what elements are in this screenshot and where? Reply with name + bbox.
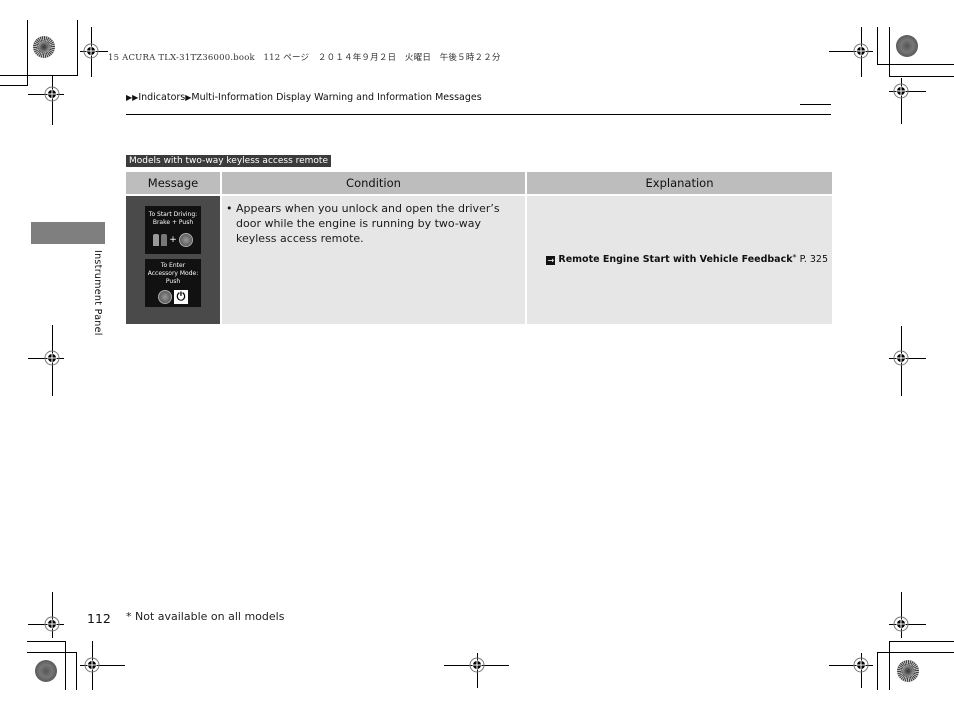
breadcrumb-arrows-icon: ▶▶ [126,93,139,102]
footnote-star: * [792,253,797,262]
display-start-driving: To Start Driving: Brake + Push + [145,206,201,254]
breadcrumb-item-current: Multi-Information Display Warning and In… [191,92,482,103]
breadcrumb: ▶▶Indicators▶Multi-Information Display W… [126,92,482,103]
accelerator-pedal-icon [161,234,168,246]
footnote: * Not available on all models [126,610,285,623]
registration-target-icon [893,350,909,366]
message-table: Message Condition Explanation To Start D… [126,172,832,324]
header-divider [126,114,831,115]
registration-target-icon [853,43,869,59]
registration-rosette-icon [33,36,55,58]
models-badge: Models with two-way keyless access remot… [126,155,331,167]
registration-rosette-icon [897,660,919,682]
message-cell: To Start Driving: Brake + Push + To Ente… [126,194,222,324]
table-header-row: Message Condition Explanation [126,172,832,195]
registration-target-icon [44,86,60,102]
plus-symbol: + [169,234,177,245]
section-tab-label: Instrument Panel [92,250,103,336]
header-message: Message [126,172,222,195]
display-text: To Start Driving: [148,211,198,218]
registration-rosette-icon [896,35,918,57]
condition-item: • Appears when you unlock and open the d… [226,201,515,246]
registration-target-icon [853,657,869,673]
reference-title: Remote Engine Start with Vehicle Feedbac… [558,254,793,265]
registration-target-icon [83,43,99,59]
breadcrumb-item-indicators[interactable]: Indicators [138,92,185,103]
reference-arrow-icon: → [546,256,556,265]
registration-target-icon [84,657,100,673]
condition-text: Appears when you unlock and open the dri… [236,202,500,245]
power-icon: ⏻ [174,290,188,304]
print-header: 15 ACURA TLX-31TZ36000.book 112 ページ ２０１４… [108,53,501,63]
bullet-icon: • [226,202,233,215]
registration-target-icon [44,350,60,366]
header-explanation: Explanation [526,172,832,195]
condition-cell: • Appears when you unlock and open the d… [221,194,527,324]
page-number: 112 [87,611,111,626]
brake-pedal-icon [153,234,160,246]
display-text: Push [165,278,181,285]
reference-page: P. 325 [799,254,828,265]
engine-start-button-icon [158,290,172,304]
section-tab [31,222,105,244]
registration-target-icon [44,616,60,632]
header-condition: Condition [221,172,527,195]
display-text: Brake + Push [152,219,194,226]
display-accessory-mode: To Enter Accessory Mode: Push ⏻ [145,259,201,307]
engine-start-button-icon [178,233,193,247]
registration-target-icon [893,616,909,632]
registration-target-icon [893,83,909,99]
display-text: To Enter [160,262,186,269]
registration-target-icon [469,657,485,673]
cross-reference-link[interactable]: → Remote Engine Start with Vehicle Feedba… [546,253,828,265]
explanation-cell: → Remote Engine Start with Vehicle Feedba… [526,194,832,324]
registration-rosette-icon [35,660,57,682]
table-row: To Start Driving: Brake + Push + To Ente… [126,194,832,324]
display-text: Accessory Mode: [147,270,199,277]
